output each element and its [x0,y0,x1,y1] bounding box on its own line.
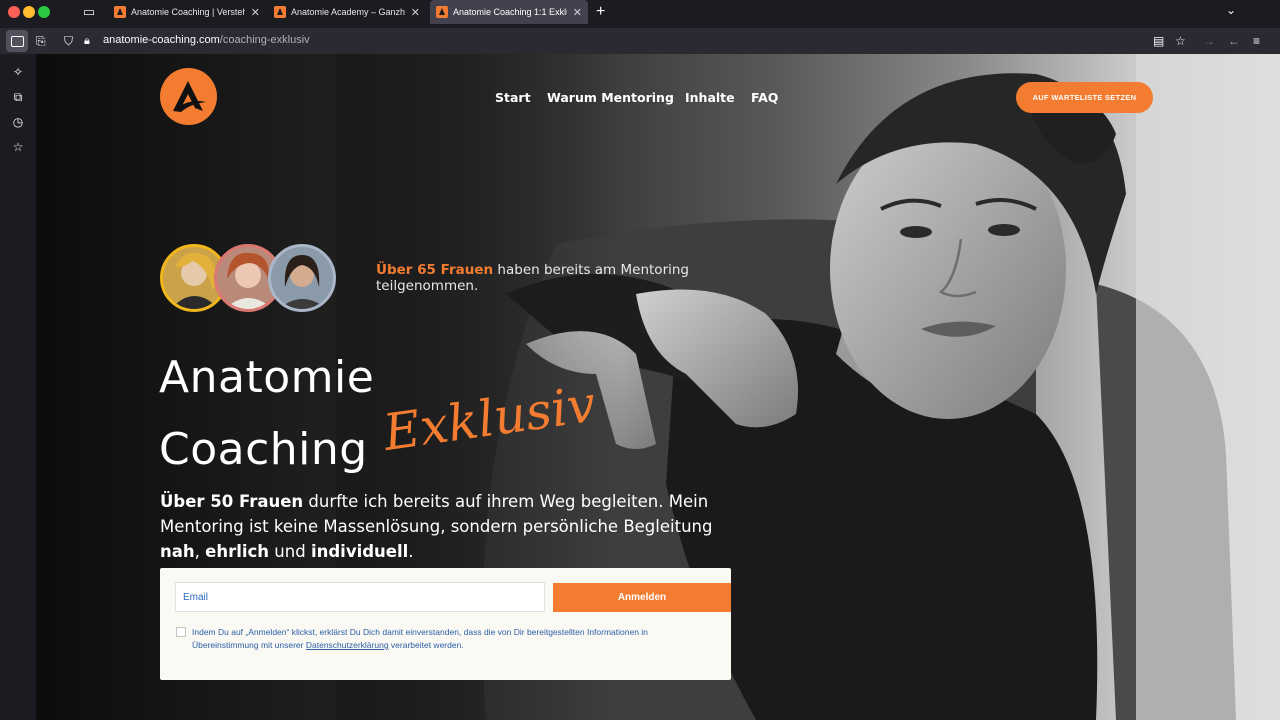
signup-form: Anmelden Indem Du auf „Anmelden“ klickst… [160,568,731,680]
tab-title: Anatomie Coaching | Verstehen [131,7,245,17]
sidebar-toggle-icon[interactable] [6,30,28,52]
back-arrow-icon[interactable]: ← [1228,32,1240,50]
hero-title-line2: Coaching [159,424,368,475]
social-proof-highlight: Über 65 Frauen [376,262,494,278]
intro-text-part: , [194,542,206,561]
browser-tab-bar: ▭ Anatomie Coaching | Verstehen ✕ Anatom… [0,0,1280,24]
plus-icon[interactable]: + [596,2,605,22]
menu-icon[interactable]: ≡ [1253,32,1260,50]
consent-text: Indem Du auf „Anmelden“ klickst, erklärs… [192,626,702,652]
hero-intro-text: Über 50 Frauen durfte ich bereits auf ih… [160,489,750,564]
close-window-button[interactable] [8,6,20,18]
intro-text-part: . [408,542,414,561]
intro-text-part: und [269,542,311,561]
tab-title: Anatomie Coaching 1:1 Exklusiv [453,7,567,17]
close-tab-icon[interactable]: ✕ [573,6,582,19]
tab-list-icon[interactable]: ⎘ [36,32,46,50]
browser-tab[interactable]: Anatomie Academy – Ganzheitl ✕ [268,0,426,24]
close-tab-icon[interactable]: ✕ [411,6,420,19]
nav-link-faq[interactable]: FAQ [751,90,778,105]
waitlist-button[interactable]: AUF WARTELISTE SETZEN [1016,82,1153,113]
site-favicon-icon [114,6,126,18]
lock-icon[interactable]: 🔒︎ [84,32,90,50]
consent-checkbox[interactable] [176,627,186,637]
hero-title-line1: Anatomie [159,352,375,403]
chevron-down-icon[interactable]: ⌄ [1226,3,1236,17]
consent-text-part: verarbeitet werden. [388,640,464,650]
url-path: /coaching-exklusiv [219,34,310,46]
shield-icon[interactable]: ⛉ [64,32,73,50]
tab-overview-icon[interactable]: ▭ [80,3,98,21]
bookmark-star-icon[interactable]: ☆ [1175,32,1186,50]
url-host: anatomie-coaching.com [103,34,220,46]
nav-link-start[interactable]: Start [495,90,531,105]
intro-bold-word: ehrlich [205,542,270,561]
minimize-window-button[interactable] [23,6,35,18]
nav-link-inhalte[interactable]: Inhalte [685,90,735,105]
social-proof-text: Über 65 Frauen haben bereits am Mentorin… [376,262,736,294]
synced-tabs-icon[interactable]: ⧉ [10,89,26,105]
privacy-policy-link[interactable]: Datenschutzerklärung [306,640,389,650]
tab-title: Anatomie Academy – Ganzheitl [291,7,405,17]
close-tab-icon[interactable]: ✕ [251,6,260,19]
browser-tab-active[interactable]: Anatomie Coaching 1:1 Exklusiv ✕ [430,0,588,24]
site-favicon-icon [274,6,286,18]
site-logo[interactable] [160,68,217,125]
forward-arrow-icon[interactable]: → [1203,32,1215,50]
bookmarks-star-icon[interactable]: ☆ [10,139,26,155]
site-favicon-icon [436,6,448,18]
intro-bold-word: individuell [310,542,409,561]
web-page: Start Warum Mentoring Inhalte FAQ AUF WA… [36,54,1280,720]
logo-a-icon [173,81,206,112]
browser-nav-bar: ⎘ ⛉ 🔒︎ anatomie-coaching.com/coaching-ex… [0,28,1280,54]
nav-link-warum-mentoring[interactable]: Warum Mentoring [547,90,674,105]
url-bar[interactable]: anatomie-coaching.com/coaching-exklusiv [103,34,310,46]
browser-tab[interactable]: Anatomie Coaching | Verstehen ✕ [108,0,266,24]
intro-bold-word: nah [160,542,195,561]
history-clock-icon[interactable]: ◷ [10,114,26,130]
email-field[interactable] [175,582,545,612]
reader-view-icon[interactable]: ▤ [1153,32,1164,50]
anmelden-button[interactable]: Anmelden [553,583,731,612]
browser-sidebar: ✧ ⧉ ◷ ☆ [0,54,36,720]
avatar [268,244,336,312]
ai-sparkle-icon[interactable]: ✧ [10,64,26,80]
intro-bold-count: Über 50 Frauen [160,492,304,511]
maximize-window-button[interactable] [38,6,50,18]
